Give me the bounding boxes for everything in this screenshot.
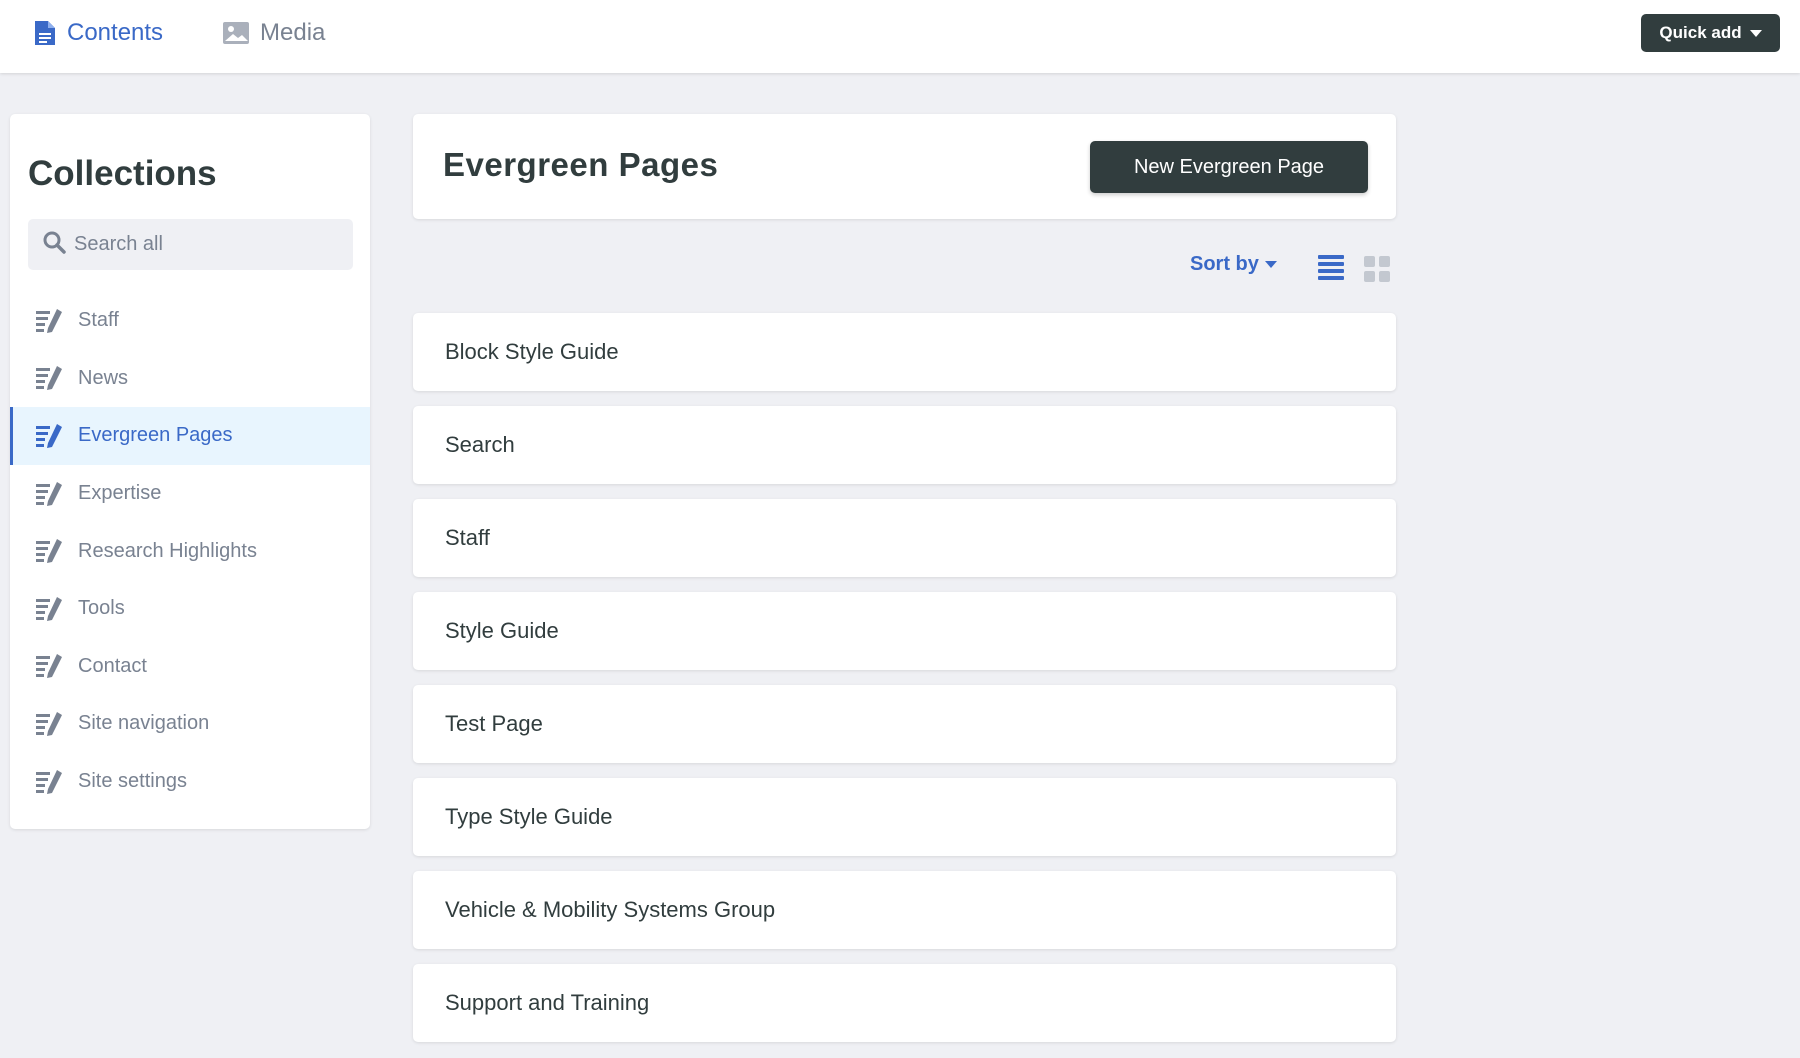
sidebar-item[interactable]: Research Highlights	[10, 522, 370, 580]
media-tab-label: Media	[260, 19, 326, 46]
search-icon	[42, 230, 66, 259]
edit-list-icon	[36, 423, 64, 449]
sort-dropdown[interactable]: Sort by	[1190, 253, 1277, 276]
sidebar-item-label: Expertise	[78, 482, 162, 505]
sidebar-item[interactable]: Tools	[10, 580, 370, 638]
entry-card[interactable]: Test Page	[413, 685, 1396, 763]
entry-title: Style Guide	[445, 618, 559, 643]
edit-list-icon	[36, 653, 64, 679]
edit-list-icon	[36, 769, 64, 795]
entries-list: Block Style Guide Search Staff Style Guide T…	[413, 313, 1396, 1057]
search-box	[28, 219, 353, 270]
image-icon	[222, 21, 250, 45]
list-view-icon	[1318, 254, 1344, 285]
entry-title: Staff	[445, 525, 490, 550]
sidebar-item[interactable]: Evergreen Pages	[10, 407, 370, 465]
sidebar-item-label: News	[78, 366, 129, 389]
entry-title: Test Page	[445, 711, 543, 736]
sidebar-item-label: Staff	[78, 309, 119, 332]
sidebar-item[interactable]: Site settings	[10, 753, 370, 811]
sidebar-item-label: Research Highlights	[78, 539, 257, 562]
edit-list-icon	[36, 538, 64, 564]
sidebar-item-label: Evergreen Pages	[78, 424, 233, 447]
entry-title: Type Style Guide	[445, 804, 613, 829]
top-bar: Contents Media Quick add	[0, 0, 1800, 73]
list-view-button[interactable]	[1318, 254, 1344, 285]
sidebar-title: Collections	[28, 154, 217, 193]
media-tab[interactable]: Media	[222, 0, 325, 66]
grid-view-button[interactable]	[1364, 256, 1392, 289]
edit-list-icon	[36, 365, 64, 391]
main-header: Evergreen Pages New Evergreen Page	[413, 114, 1396, 219]
entry-card[interactable]: Type Style Guide	[413, 778, 1396, 856]
entry-title: Support and Training	[445, 990, 650, 1015]
search-input[interactable]	[74, 233, 344, 256]
quick-add-label: Quick add	[1659, 23, 1742, 42]
entry-card[interactable]: Staff	[413, 499, 1396, 577]
contents-tab-label: Contents	[67, 19, 164, 46]
sidebar-item[interactable]: News	[10, 350, 370, 408]
document-icon	[33, 19, 57, 47]
new-entry-button[interactable]: New Evergreen Page	[1090, 141, 1368, 193]
quick-add-button[interactable]: Quick add	[1641, 14, 1780, 52]
chevron-down-icon	[1749, 29, 1762, 37]
sidebar-item-label: Tools	[78, 597, 125, 620]
sidebar-item-label: Contact	[78, 654, 147, 677]
edit-list-icon	[36, 481, 64, 507]
sidebar-item[interactable]: Expertise	[10, 465, 370, 523]
grid-view-icon	[1364, 256, 1392, 289]
entry-card[interactable]: Style Guide	[413, 592, 1396, 670]
collections-sidebar: Collections Staff News Evergreen Pages E…	[10, 114, 370, 829]
page-title: Evergreen Pages	[443, 146, 719, 183]
entry-title: Vehicle & Mobility Systems Group	[445, 897, 776, 922]
sort-label: Sort by	[1190, 253, 1259, 275]
entry-card[interactable]: Search	[413, 406, 1396, 484]
edit-list-icon	[36, 596, 64, 622]
entry-card[interactable]: Support and Training	[413, 964, 1396, 1042]
entry-card[interactable]: Block Style Guide	[413, 313, 1396, 391]
sidebar-item[interactable]: Staff	[10, 292, 370, 350]
contents-tab[interactable]: Contents	[33, 0, 163, 66]
entry-card[interactable]: Vehicle & Mobility Systems Group	[413, 871, 1396, 949]
sidebar-item[interactable]: Contact	[10, 638, 370, 696]
sidebar-item-label: Site settings	[78, 770, 187, 793]
collection-list: Staff News Evergreen Pages Expertise Res…	[10, 292, 370, 810]
entry-title: Search	[445, 432, 515, 457]
edit-list-icon	[36, 711, 64, 737]
edit-list-icon	[36, 308, 64, 334]
sidebar-item[interactable]: Site navigation	[10, 695, 370, 753]
entry-title: Block Style Guide	[445, 339, 619, 364]
chevron-down-icon	[1264, 261, 1277, 268]
sidebar-item-label: Site navigation	[78, 712, 210, 735]
